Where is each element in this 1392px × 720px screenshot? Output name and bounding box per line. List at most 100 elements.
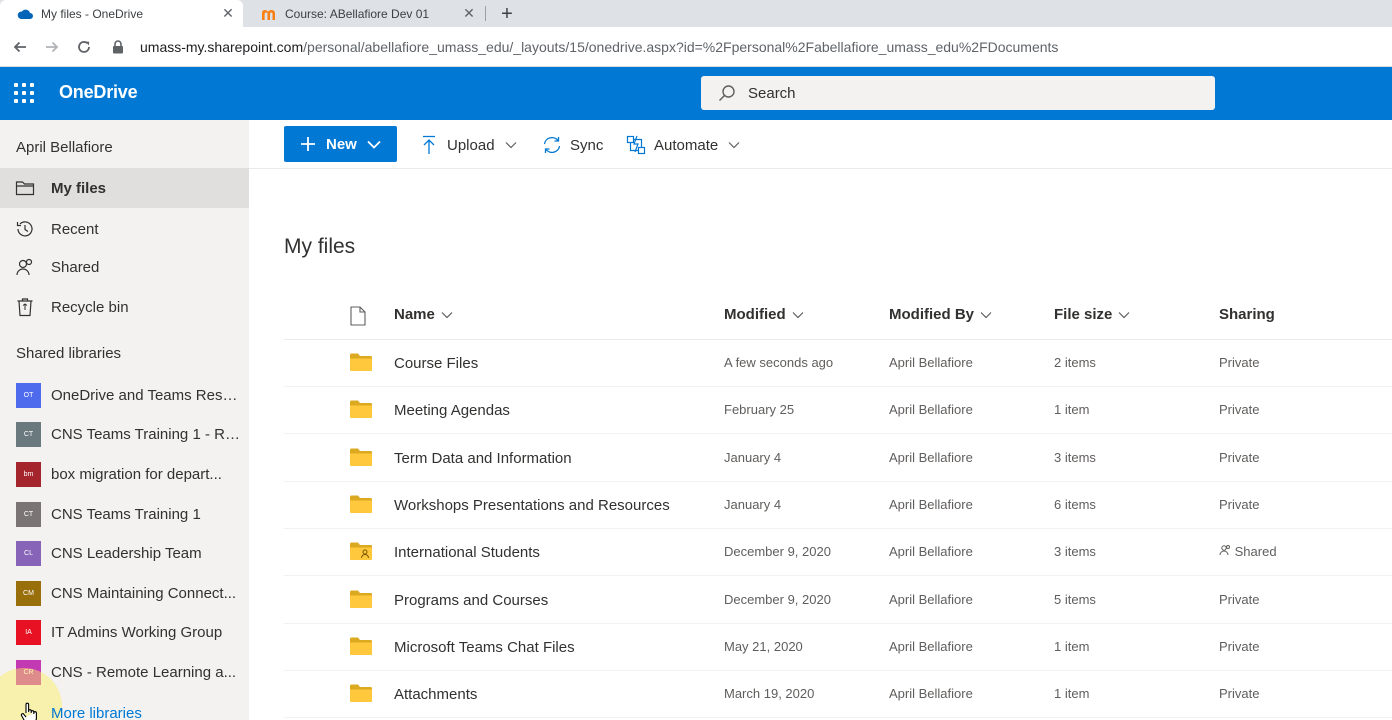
automate-button[interactable]: Automate [626, 133, 740, 157]
column-header-modified[interactable]: Modified [724, 306, 804, 323]
people-icon [15, 257, 35, 277]
command-bar: New Upload Sync Automate [249, 120, 1392, 169]
library-item[interactable]: CT CNS Teams Training 1 - Re... [0, 414, 249, 454]
folder-icon [15, 178, 35, 198]
browser-tab-onedrive[interactable]: My files - OneDrive ✕ [0, 0, 243, 27]
file-name[interactable]: Meeting Agendas [394, 402, 510, 419]
library-label: CNS Maintaining Connect... [51, 584, 237, 602]
modified-cell: February 25 [724, 402, 795, 417]
modified-cell: December 9, 2020 [724, 544, 831, 559]
library-avatar: bm [16, 461, 41, 487]
automate-label: Automate [654, 136, 719, 154]
new-button[interactable]: New [284, 126, 397, 162]
people-icon [1219, 544, 1231, 559]
search-box[interactable] [701, 76, 1215, 110]
library-label: OneDrive and Teams Reso... [51, 386, 241, 404]
sharing-cell: Private [1219, 592, 1260, 607]
file-size-cell: 1 item [1054, 402, 1090, 417]
nav-item-shared[interactable]: Shared [0, 247, 249, 287]
search-input[interactable] [748, 84, 1168, 102]
file-name[interactable]: Term Data and Information [394, 450, 572, 467]
column-header-sharing[interactable]: Sharing [1219, 306, 1275, 323]
recycle-bin-icon [15, 297, 35, 317]
file-size-cell: 1 item [1054, 686, 1090, 701]
page-title: My files [284, 235, 356, 258]
app-launcher-icon[interactable] [14, 83, 34, 103]
table-row[interactable]: Programs and Courses December 9, 2020 Ap… [284, 577, 1392, 624]
back-arrow-icon[interactable] [9, 36, 31, 58]
library-label: CNS - Remote Learning a... [51, 663, 237, 681]
reload-icon[interactable] [73, 36, 95, 58]
library-item[interactable]: CT CNS Teams Training 1 [0, 494, 249, 534]
modified-cell: A few seconds ago [724, 355, 834, 370]
column-header-file-size[interactable]: File size [1054, 306, 1130, 323]
file-name[interactable]: Workshops Presentations and Resources [394, 497, 670, 514]
new-tab-icon[interactable]: + [496, 3, 518, 25]
shared-libraries-heading: Shared libraries [16, 345, 122, 362]
table-row[interactable]: Microsoft Teams Chat Files May 21, 2020 … [284, 624, 1392, 671]
library-avatar: CL [16, 540, 41, 566]
library-avatar: CT [16, 501, 41, 527]
column-header-modified-by[interactable]: Modified By [889, 306, 992, 323]
library-avatar: CT [16, 421, 41, 447]
nav-user-name[interactable]: April Bellafiore [16, 139, 113, 156]
table-row[interactable]: Course Files A few seconds ago April Bel… [284, 340, 1392, 387]
nav-item-recent[interactable]: Recent [0, 209, 249, 249]
table-row[interactable]: Workshops Presentations and Resources Ja… [284, 482, 1392, 529]
sync-label: Sync [570, 136, 604, 154]
folder-icon [350, 637, 372, 655]
library-avatar: IA [16, 619, 41, 645]
library-avatar: OT [16, 382, 41, 408]
table-row[interactable]: International Students December 9, 2020 … [284, 529, 1392, 576]
tab-title: Course: ABellafiore Dev 01 [285, 6, 430, 21]
upload-icon [419, 135, 439, 155]
file-size-cell: 3 items [1054, 450, 1096, 465]
sharing-cell: Private [1219, 450, 1260, 465]
nav-item-recycle-bin[interactable]: Recycle bin [0, 287, 249, 327]
onedrive-icon [17, 6, 33, 22]
app-brand[interactable]: OneDrive [59, 82, 138, 103]
chevron-down-icon [792, 311, 804, 319]
file-name[interactable]: International Students [394, 544, 540, 561]
column-header-name[interactable]: Name [394, 306, 453, 323]
search-icon [718, 84, 736, 102]
library-item[interactable]: IA IT Admins Working Group [0, 612, 249, 652]
modified-by-cell: April Bellafiore [889, 592, 973, 607]
chevron-down-icon [505, 141, 517, 149]
modified-by-cell: April Bellafiore [889, 544, 973, 559]
lock-icon [110, 39, 126, 55]
chevron-down-icon [367, 140, 381, 149]
forward-arrow-icon[interactable] [41, 36, 63, 58]
file-name[interactable]: Attachments [394, 686, 477, 703]
column-header-label: Name [394, 306, 435, 323]
file-name[interactable]: Microsoft Teams Chat Files [394, 639, 575, 656]
table-row[interactable]: Meeting Agendas February 25 April Bellaf… [284, 387, 1392, 434]
tab-title: My files - OneDrive [41, 6, 144, 21]
close-tab-icon[interactable]: ✕ [460, 5, 478, 23]
sync-icon [542, 135, 562, 155]
library-item[interactable]: OT OneDrive and Teams Reso... [0, 375, 249, 415]
sync-button[interactable]: Sync [542, 133, 603, 157]
library-item[interactable]: CL CNS Leadership Team [0, 533, 249, 573]
file-name[interactable]: Course Files [394, 355, 478, 372]
more-libraries-link[interactable]: More libraries [51, 705, 142, 720]
column-header-label: Sharing [1219, 306, 1275, 323]
library-item[interactable]: bm box migration for depart... [0, 454, 249, 494]
sharing-cell: Private [1219, 402, 1260, 417]
address-bar[interactable]: umass-my.sharepoint.com/personal/abellaf… [110, 32, 1380, 62]
modified-cell: December 9, 2020 [724, 592, 831, 607]
close-tab-icon[interactable]: ✕ [219, 5, 237, 23]
nav-item-label: Recent [51, 220, 99, 238]
nav-item-my-files[interactable]: My files [0, 168, 249, 208]
table-row[interactable]: Term Data and Information January 4 Apri… [284, 435, 1392, 482]
file-size-cell: 3 items [1054, 544, 1096, 559]
table-row[interactable]: Attachments March 19, 2020 April Bellafi… [284, 671, 1392, 718]
upload-button[interactable]: Upload [419, 133, 517, 157]
file-type-column-header[interactable] [350, 306, 366, 330]
library-item[interactable]: CM CNS Maintaining Connect... [0, 573, 249, 613]
library-label: IT Admins Working Group [51, 623, 223, 641]
new-button-label: New [326, 135, 357, 153]
file-name[interactable]: Programs and Courses [394, 592, 548, 609]
browser-tab-course[interactable]: Course: ABellafiore Dev 01 ✕ [244, 0, 484, 27]
browser-toolbar: umass-my.sharepoint.com/personal/abellaf… [0, 27, 1392, 67]
